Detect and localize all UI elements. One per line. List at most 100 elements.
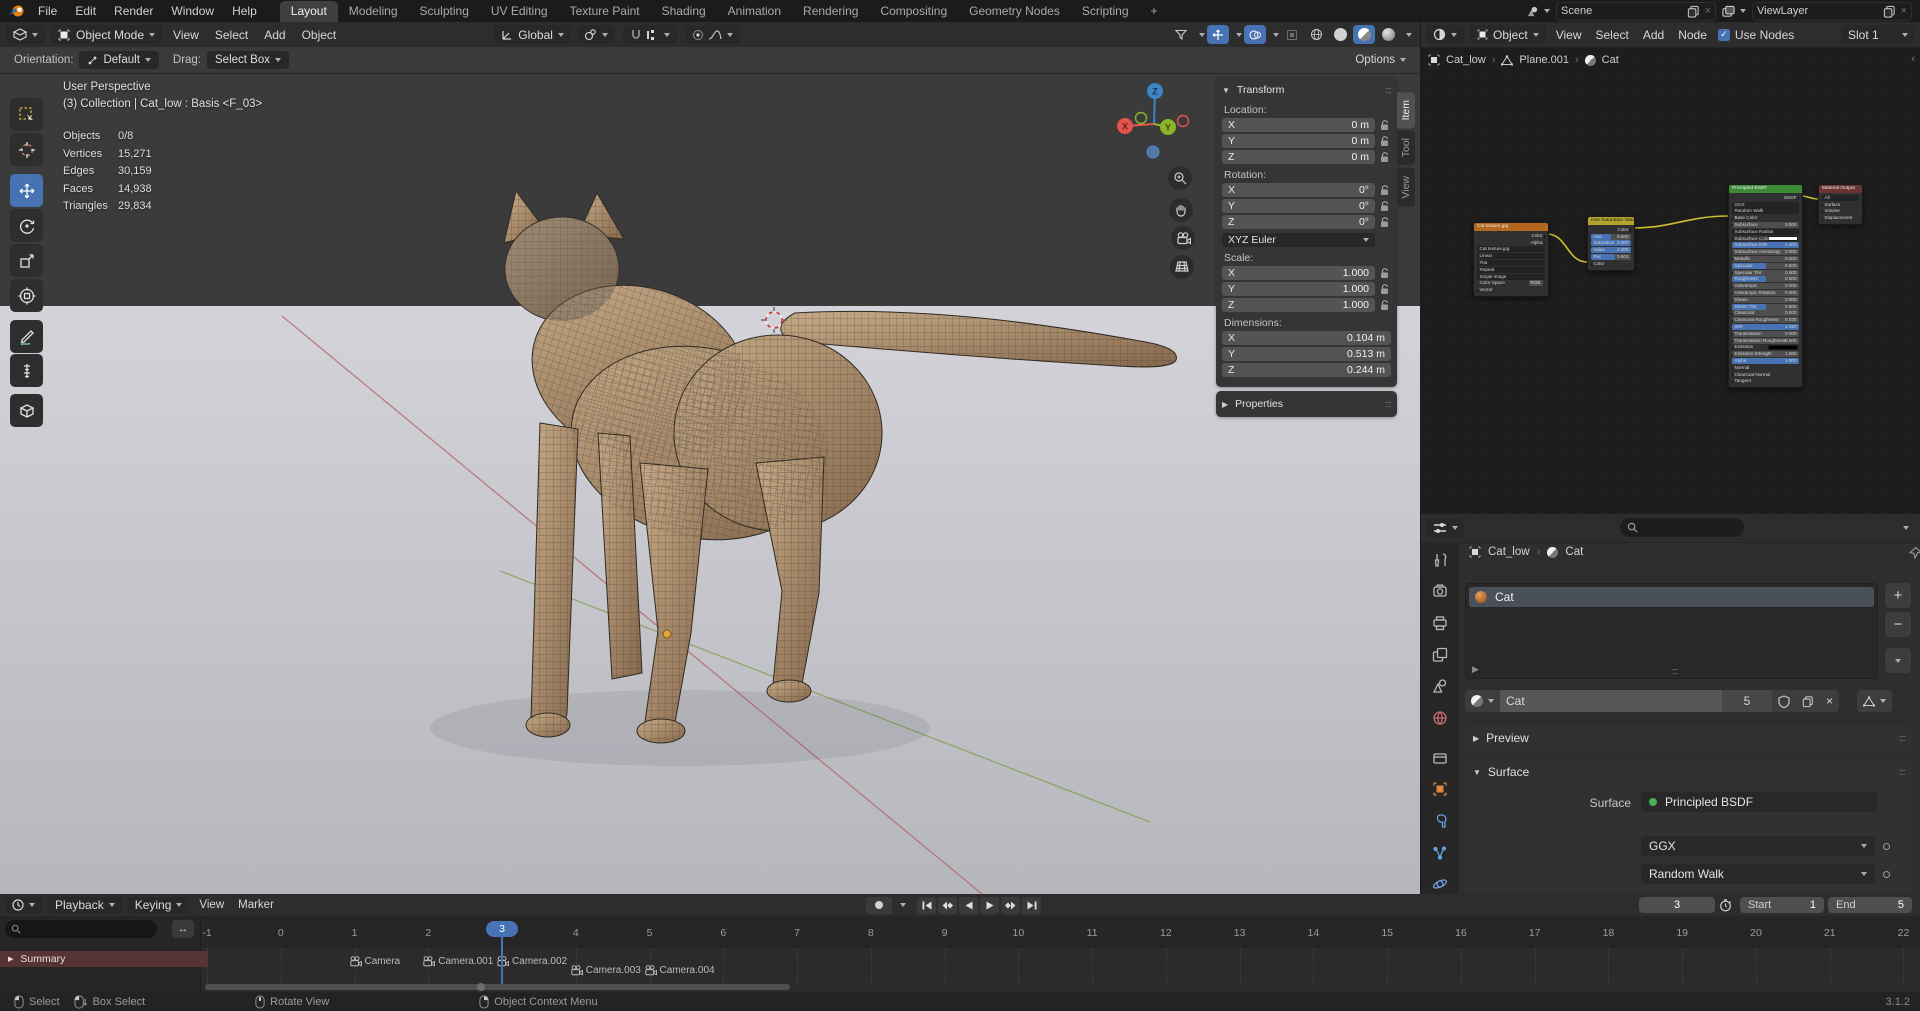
material-browse-button[interactable] [1465,690,1500,712]
node-row[interactable]: Alpha [1477,240,1545,246]
snap-toggle[interactable] [622,25,677,44]
keying-set-dropdown[interactable] [900,903,906,907]
frame-number[interactable]: 15 [1381,927,1393,939]
scale-field[interactable]: X 1.000 [1222,266,1375,280]
node-editor-canvas[interactable]: Cat_low › Plane.001 › Cat ‹ Cat texture.… [1420,47,1920,514]
viewport-canvas[interactable]: User Perspective (3) Collection | Cat_lo… [0,73,1420,894]
dimension-field[interactable]: Y 0.513 m [1222,347,1391,361]
material-name-field[interactable]: Cat [1500,690,1722,712]
workspace-tab[interactable]: Geometry Nodes [958,1,1071,22]
tab-output[interactable] [1425,609,1455,637]
frame-number[interactable]: 12 [1160,927,1172,939]
node-row[interactable]: Subsurface 0.000 [1732,221,1799,228]
rotation-field[interactable]: Z 0° [1222,215,1375,229]
workspace-tab[interactable]: Compositing [869,1,958,22]
next-keyframe-button[interactable] [1001,896,1020,914]
scene-name-field[interactable]: Scene × [1556,1,1716,21]
lock-icon[interactable] [1379,135,1391,147]
start-frame-field[interactable]: Start 1 [1740,897,1824,913]
scale-field[interactable]: Z 1.000 [1222,298,1375,312]
node-row[interactable]: Metallic 0.000 [1732,255,1799,262]
shading-solid-button[interactable] [1329,25,1351,44]
topbar-menu-item[interactable]: File [29,4,66,18]
frame-number[interactable]: -1 [202,927,211,939]
frame-number[interactable]: 5 [647,927,653,939]
node-row[interactable]: Subsurface IOR 1.400 [1732,242,1799,249]
playhead[interactable] [501,937,504,984]
jump-to-end-button[interactable] [1022,896,1041,914]
frame-number[interactable]: 13 [1234,927,1246,939]
list-filter-toggle[interactable]: ▶ [1472,664,1479,675]
tool-add-cube[interactable] [10,394,43,427]
tool-select-box[interactable] [10,98,43,131]
rotation-mode-select[interactable]: XYZ Euler [1222,233,1375,247]
frame-number[interactable]: 19 [1676,927,1688,939]
node-row[interactable]: Base Color [1732,215,1799,222]
tool-cursor[interactable] [10,133,43,166]
frame-number[interactable]: 10 [1013,927,1025,939]
workspace-tab[interactable]: Texture Paint [559,1,651,22]
workspace-tab[interactable]: UV Editing [480,1,559,22]
slot-selector[interactable]: Slot 1 [1841,25,1915,44]
node-row[interactable]: Clearcoat Normal [1732,372,1799,378]
node-row[interactable]: Transmission 0.000 [1732,330,1799,337]
camera-marker[interactable]: Camera.003 [570,965,641,976]
users-count-button[interactable]: 5 [1722,690,1772,712]
frame-number[interactable]: 22 [1898,927,1910,939]
workspace-tab[interactable]: Rendering [792,1,869,22]
viewlayer-name-field[interactable]: ViewLayer × [1752,1,1912,21]
tab-particles[interactable] [1425,839,1455,867]
lock-icon[interactable] [1379,216,1391,228]
previous-keyframe-button[interactable] [938,896,957,914]
node-row[interactable]: Value 2.000 [1591,247,1631,254]
orientation-select[interactable]: Default [79,51,159,69]
material-slot-item[interactable]: Cat [1469,587,1874,607]
shading-wireframe-button[interactable] [1305,25,1327,44]
node-row[interactable]: Color Space RGB [1477,280,1545,287]
tab-render[interactable] [1425,578,1455,606]
node-row[interactable]: Repeat [1477,266,1545,273]
pivot-point-selector[interactable] [576,25,615,44]
animate-dot[interactable] [1883,871,1890,878]
node-row[interactable]: Alpha 1.000 [1732,357,1799,364]
shading-rendered-button[interactable] [1377,25,1399,44]
node-editor-menu-item[interactable]: Node [1671,28,1714,42]
node-row[interactable]: Color [1591,261,1631,267]
timeline-editor-type-selector[interactable] [5,896,42,914]
frame-number[interactable]: 21 [1824,927,1836,939]
topbar-menu-item[interactable]: Edit [66,4,105,18]
node-row[interactable]: Anisotropic 0.000 [1732,283,1799,290]
workspace-tab[interactable]: Scripting [1071,1,1140,22]
viewport-menu-item[interactable]: Object [294,28,345,42]
play-button[interactable] [980,896,999,914]
breadcrumb-object[interactable]: Cat_low [1446,54,1486,66]
play-reverse-button[interactable] [959,896,978,914]
node-row[interactable]: Subsurface Color [1732,236,1799,242]
navigation-gizmo[interactable]: Z X Y [1095,73,1225,303]
playback-menu[interactable]: Playback [48,896,122,914]
options-dropdown[interactable]: Options [1355,54,1406,66]
tab-collection[interactable] [1425,744,1455,772]
transform-orientation-selector[interactable]: Global [494,25,571,44]
use-nodes-checkbox[interactable]: ✓ Use Nodes [1717,28,1794,42]
frame-number[interactable]: 11 [1087,927,1098,939]
current-frame-badge[interactable]: 3 [486,921,519,937]
frame-number[interactable]: 9 [942,927,948,939]
lock-icon[interactable] [1379,200,1391,212]
show-overlays-toggle[interactable] [1244,25,1266,44]
node-row[interactable]: Clearcoat Roughness 0.030 [1732,317,1799,324]
node-row[interactable]: Color [1591,227,1631,233]
object-visibility-filter[interactable] [1170,25,1192,44]
frame-number[interactable]: 18 [1603,927,1615,939]
viewport-menu-item[interactable]: Add [256,28,293,42]
gizmo-neg-y[interactable] [1134,111,1148,125]
shading-material-preview-button[interactable] [1353,25,1375,44]
node-editor-menu-item[interactable]: Select [1588,28,1635,42]
frame-number[interactable]: 17 [1529,927,1541,939]
viewport-menu-item[interactable]: Select [207,28,256,42]
remove-slot-button[interactable]: − [1885,612,1911,637]
camera-marker[interactable]: Camera.001 [422,956,493,967]
tool-rotate[interactable] [10,209,43,242]
copy-material-button[interactable] [1796,690,1820,712]
viewport-menu-item[interactable]: View [165,28,207,42]
